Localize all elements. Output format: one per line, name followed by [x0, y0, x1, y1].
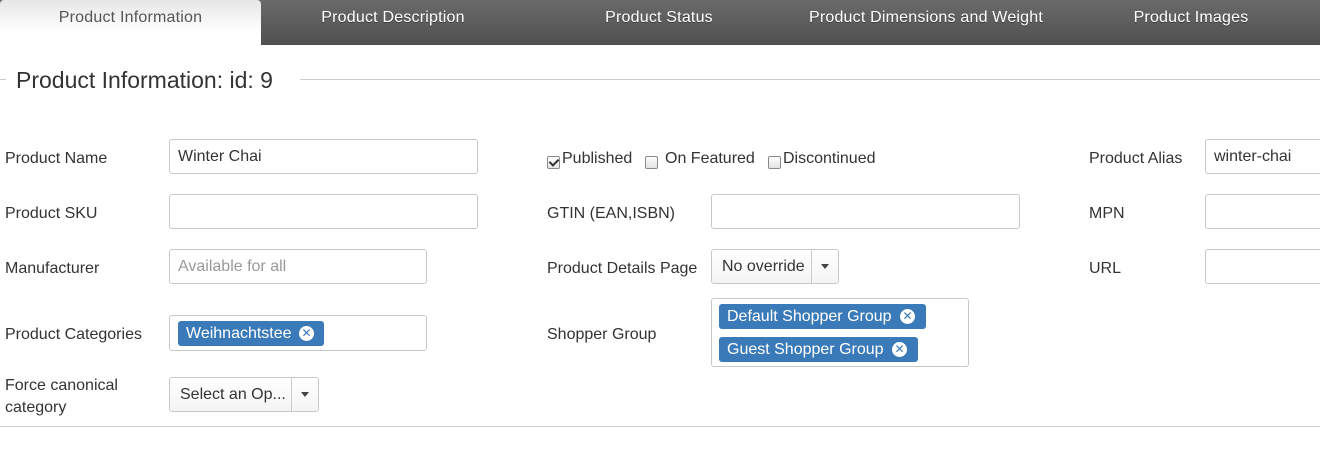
tab-product-information[interactable]: Product Information [0, 0, 261, 45]
product-categories-select[interactable]: Weihnachtstee ✕ [169, 315, 427, 351]
published-label: Published [562, 150, 633, 167]
force-canonical-value: Select an Op... [180, 386, 286, 403]
product-name-input[interactable]: Winter Chai [169, 139, 478, 174]
product-name-label: Product Name [5, 150, 108, 167]
shopper-group-chip-label: Default Shopper Group [727, 308, 892, 325]
caret-down-icon [811, 250, 838, 283]
product-sku-input[interactable] [169, 194, 478, 229]
force-canonical-label: Force canonical category [5, 377, 118, 416]
tab-bar: Product Information Product Description … [0, 0, 1320, 45]
url-input[interactable] [1205, 249, 1320, 284]
caret-down-icon [291, 378, 318, 411]
product-details-page-value: No override [722, 258, 805, 275]
fieldset-border-top [300, 79, 1320, 80]
tab-product-description[interactable]: Product Description [262, 0, 524, 45]
product-details-page-label: Product Details Page [547, 260, 698, 277]
shopper-group-select[interactable]: Default Shopper Group ✕ Guest Shopper Gr… [711, 298, 969, 367]
on-featured-checkbox[interactable] [645, 156, 658, 169]
discontinued-label: Discontinued [783, 150, 876, 167]
product-details-page-select[interactable]: No override [711, 249, 839, 284]
mpn-input[interactable] [1205, 194, 1320, 229]
manufacturer-input[interactable]: Available for all [169, 249, 427, 284]
gtin-label: GTIN (EAN,ISBN) [547, 205, 676, 222]
manufacturer-label: Manufacturer [5, 260, 100, 277]
product-categories-label: Product Categories [5, 326, 142, 343]
mpn-label: MPN [1089, 205, 1125, 222]
shopper-group-chip: Default Shopper Group ✕ [719, 304, 926, 329]
tab-product-images[interactable]: Product Images [1062, 0, 1320, 45]
category-chip: Weihnachtstee ✕ [178, 321, 324, 346]
section-legend: Product Information: id: 9 [16, 67, 273, 93]
published-checkbox[interactable] [547, 156, 560, 169]
close-circle-icon[interactable]: ✕ [299, 326, 314, 341]
product-sku-label: Product SKU [5, 205, 98, 222]
shopper-group-chip: Guest Shopper Group ✕ [719, 337, 918, 362]
force-canonical-select[interactable]: Select an Op... [169, 377, 319, 412]
fieldset-border-bottom [0, 426, 1320, 427]
tab-product-status[interactable]: Product Status [528, 0, 790, 45]
category-chip-label: Weihnachtstee [186, 325, 292, 342]
tab-product-dimensions[interactable]: Product Dimensions and Weight [794, 0, 1058, 45]
gtin-input[interactable] [711, 194, 1020, 229]
close-circle-icon[interactable]: ✕ [900, 309, 915, 324]
fieldset-border-left [0, 79, 6, 80]
on-featured-label: On Featured [665, 150, 755, 167]
product-alias-input[interactable]: winter-chai [1205, 139, 1320, 174]
close-circle-icon[interactable]: ✕ [892, 342, 907, 357]
discontinued-checkbox[interactable] [768, 156, 781, 169]
product-alias-label: Product Alias [1089, 150, 1183, 167]
url-label: URL [1089, 260, 1122, 277]
shopper-group-label: Shopper Group [547, 326, 657, 343]
shopper-group-chip-label: Guest Shopper Group [727, 341, 884, 358]
